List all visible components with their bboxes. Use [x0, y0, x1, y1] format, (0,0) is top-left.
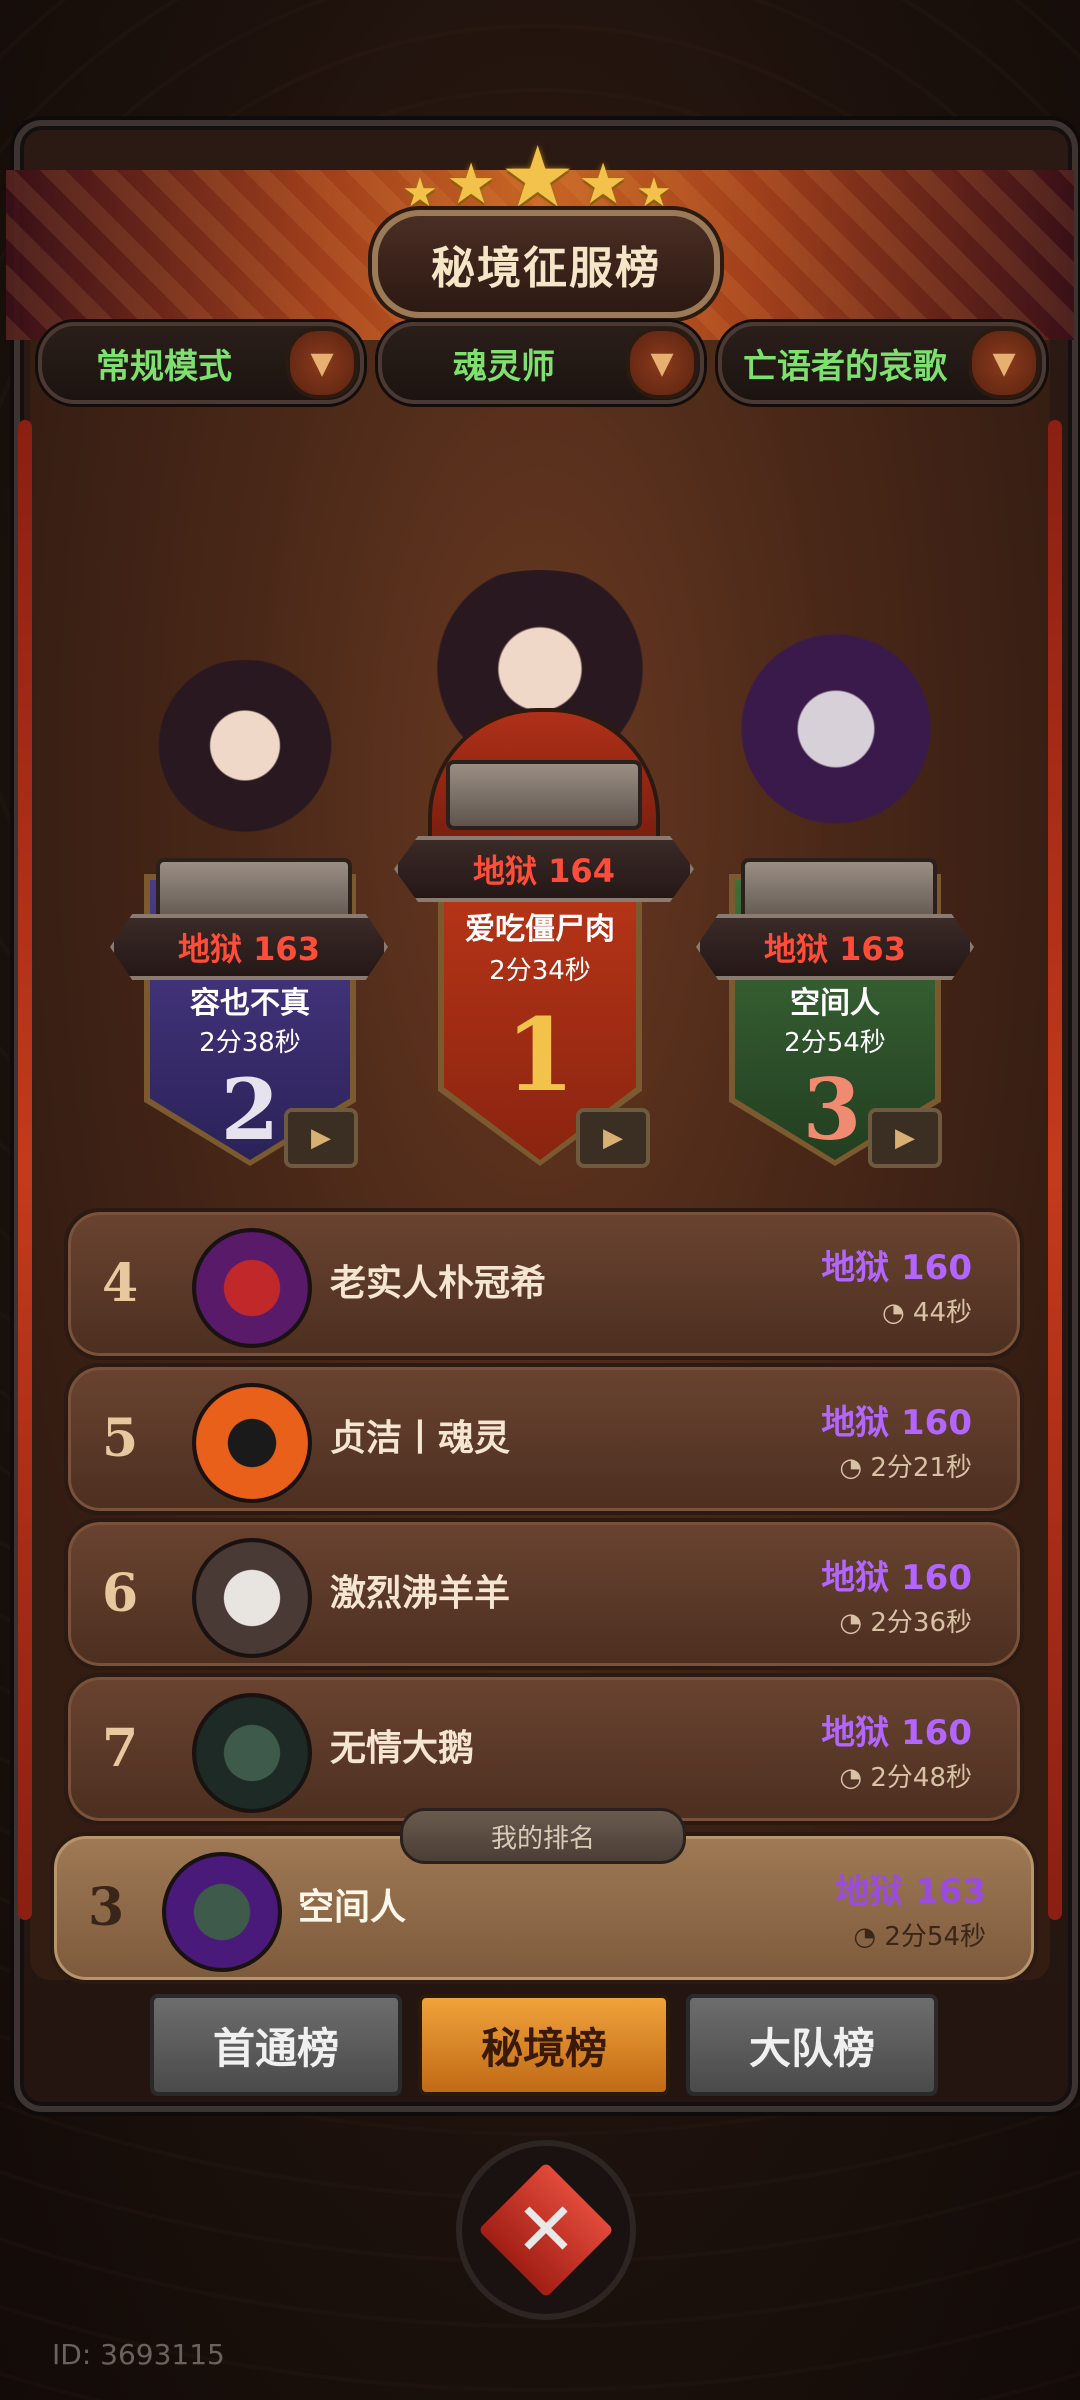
avatar[interactable] — [192, 1693, 312, 1813]
podium-2-time: 2分38秒 — [199, 1028, 301, 1058]
player-name: 激烈沸羊羊 — [330, 1573, 511, 1614]
player-name: 空间人 — [298, 1887, 407, 1928]
player-name: 贞洁丨魂灵 — [330, 1418, 511, 1459]
left-side-bar — [18, 420, 32, 1920]
star-icon: ★ — [578, 152, 629, 217]
class-selector[interactable]: 魂灵师 ▼ — [378, 322, 704, 404]
difficulty-level: 地狱 160 — [821, 1558, 972, 1598]
clock-icon: ◔ — [853, 1922, 885, 1952]
chevron-down-icon[interactable]: ▼ — [626, 327, 698, 399]
difficulty-level: 地狱 160 — [821, 1248, 972, 1288]
clear-time: ◔ 44秒 — [881, 1298, 972, 1328]
rank-number: 5 — [102, 1408, 139, 1469]
dungeon-selector-label: 亡语者的哀歌 — [743, 346, 947, 387]
tab-first-clear[interactable]: 首通榜 — [150, 1994, 402, 2096]
close-button[interactable]: ✕ — [456, 2140, 636, 2320]
star-icon: ★ — [446, 152, 497, 217]
difficulty-level: 地狱 160 — [821, 1713, 972, 1753]
clear-time: ◔ 2分21秒 — [839, 1453, 972, 1483]
podium-2-hero-avatar[interactable] — [130, 660, 360, 850]
podium-1-level: 地狱 164 — [394, 836, 694, 902]
video-camera-icon: ▶ — [311, 1123, 331, 1153]
podium-1-urn — [446, 760, 642, 830]
clock-icon: ◔ — [839, 1763, 871, 1793]
tab-secret-realm[interactable]: 秘境榜 — [418, 1994, 670, 2096]
my-rank-tag: 我的排名 — [400, 1808, 686, 1864]
clock-icon: ◔ — [839, 1453, 871, 1483]
table-row[interactable]: 6 激烈沸羊羊 地狱 160 ◔ 2分36秒 — [64, 1518, 1024, 1670]
player-name: 老实人朴冠希 — [330, 1263, 547, 1304]
difficulty-level: 地狱 160 — [821, 1403, 972, 1443]
podium-3-rank-number: 3 — [802, 1060, 862, 1159]
player-id: ID: 3693115 — [52, 2338, 225, 2371]
podium-3-name: 空间人 — [790, 986, 880, 1021]
podium-3-time: 2分54秒 — [784, 1028, 886, 1058]
mode-selector[interactable]: 常规模式 ▼ — [38, 322, 364, 404]
tab-team[interactable]: 大队榜 — [686, 1994, 938, 2096]
podium-1-rank-number: 1 — [505, 996, 575, 1114]
rating-stars: ★ ★ ★ ★ ★ — [0, 128, 1080, 226]
avatar[interactable] — [192, 1228, 312, 1348]
clock-icon: ◔ — [881, 1298, 913, 1328]
podium-3-replay-button[interactable]: ▶ — [868, 1108, 942, 1168]
table-row[interactable]: 5 贞洁丨魂灵 地狱 160 ◔ 2分21秒 — [64, 1363, 1024, 1515]
rank-number: 4 — [102, 1253, 139, 1314]
video-camera-icon: ▶ — [895, 1123, 915, 1153]
podium-3-level: 地狱 163 — [696, 914, 974, 980]
right-side-bar — [1048, 420, 1062, 1920]
podium-2-replay-button[interactable]: ▶ — [284, 1108, 358, 1168]
podium-2-level: 地狱 163 — [110, 914, 388, 980]
chevron-down-icon[interactable]: ▼ — [968, 327, 1040, 399]
avatar[interactable] — [192, 1538, 312, 1658]
clock-icon: ◔ — [839, 1608, 871, 1638]
table-row[interactable]: 7 无情大鹅 地狱 160 ◔ 2分48秒 — [64, 1673, 1024, 1825]
rank-number: 3 — [88, 1877, 125, 1938]
clear-time: ◔ 2分48秒 — [839, 1763, 972, 1793]
podium-1-replay-button[interactable]: ▶ — [576, 1108, 650, 1168]
rank-number: 6 — [102, 1563, 139, 1624]
podium-2-name: 容也不真 — [190, 986, 310, 1021]
difficulty-level: 地狱 163 — [835, 1872, 986, 1912]
player-name: 无情大鹅 — [330, 1728, 475, 1769]
avatar[interactable] — [162, 1852, 282, 1972]
clear-time: ◔ 2分54秒 — [853, 1922, 986, 1952]
podium-1-time: 2分34秒 — [489, 956, 591, 986]
close-icon: ✕ — [478, 2162, 614, 2298]
podium-1-name: 爱吃僵尸肉 — [465, 912, 615, 947]
class-selector-label: 魂灵师 — [453, 346, 555, 387]
page-title: 秘境征服榜 — [372, 210, 720, 318]
dungeon-selector[interactable]: 亡语者的哀歌 ▼ — [718, 322, 1046, 404]
avatar[interactable] — [192, 1383, 312, 1503]
rank-number: 7 — [102, 1718, 139, 1779]
podium-3-hero-avatar[interactable] — [716, 630, 956, 850]
chevron-down-icon[interactable]: ▼ — [286, 327, 358, 399]
table-row[interactable]: 4 老实人朴冠希 地狱 160 ◔ 44秒 — [64, 1208, 1024, 1360]
clear-time: ◔ 2分36秒 — [839, 1608, 972, 1638]
mode-selector-label: 常规模式 — [96, 346, 232, 387]
video-camera-icon: ▶ — [603, 1123, 623, 1153]
